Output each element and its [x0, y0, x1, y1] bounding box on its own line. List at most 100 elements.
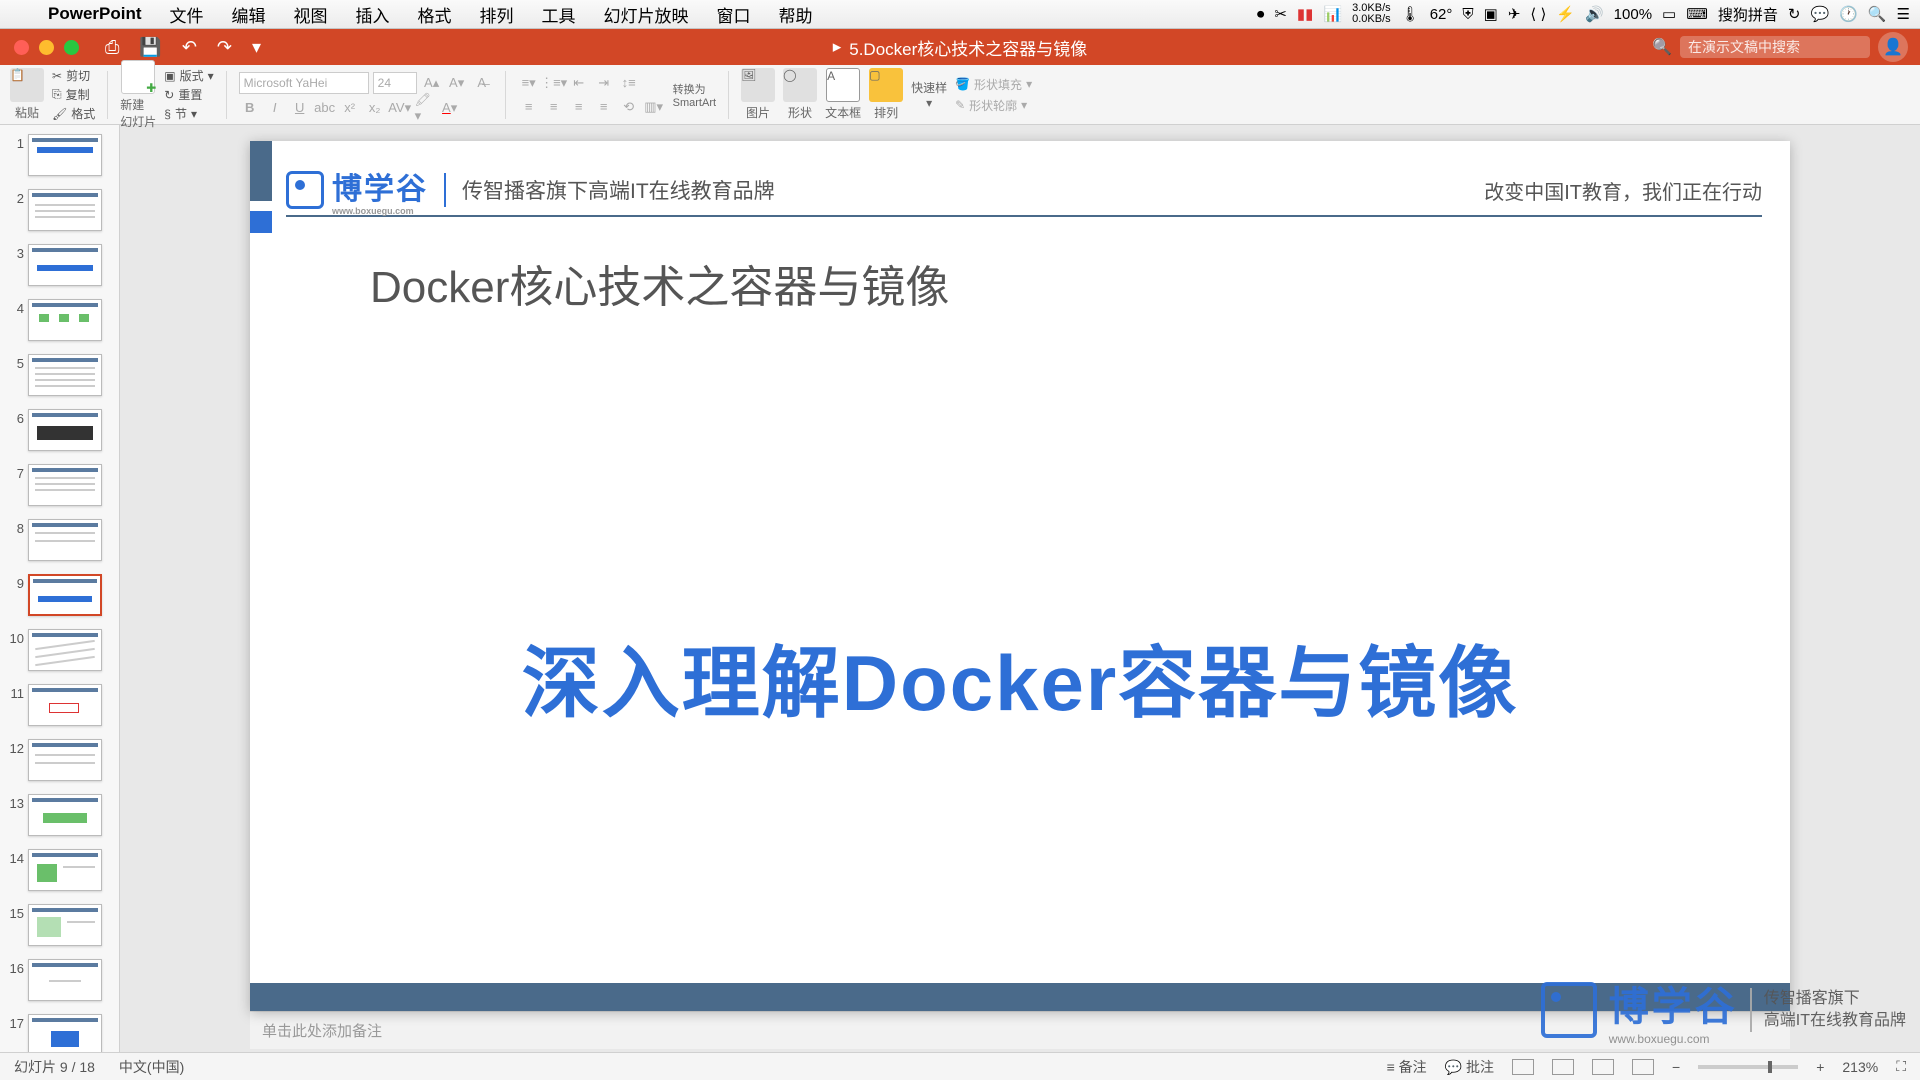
menu-insert[interactable]: 插入	[342, 2, 404, 27]
thumb-5[interactable]: 5	[0, 351, 119, 406]
pause-icon[interactable]: ▮▮	[1297, 5, 1314, 23]
align-center-button[interactable]: ≡	[543, 97, 565, 117]
hamburger-icon[interactable]: ☰	[1897, 5, 1910, 23]
thumb-16[interactable]: 16	[0, 956, 119, 1011]
thumb-9[interactable]: 9	[0, 571, 119, 626]
scissors-icon[interactable]: ✂	[1274, 5, 1287, 23]
undo-icon[interactable]: ↶	[182, 37, 197, 58]
menu-tools[interactable]: 工具	[528, 2, 590, 27]
battery-icon[interactable]: ▭	[1662, 5, 1676, 23]
shrink-font-button[interactable]: A▾	[446, 73, 468, 93]
layout-button[interactable]: ▣ 版式 ▾	[164, 67, 213, 84]
reset-button[interactable]: ↻ 重置	[164, 86, 213, 103]
current-slide[interactable]: 博学谷www.boxuegu.com 传智播客旗下高端IT在线教育品牌 改变中国…	[250, 141, 1790, 1011]
thumb-2[interactable]: 2	[0, 186, 119, 241]
smartart-button[interactable]: 转换为 SmartArt	[673, 81, 716, 109]
share-button[interactable]: 👤	[1878, 32, 1908, 62]
menu-format[interactable]: 格式	[404, 2, 466, 27]
volume-icon[interactable]: 🔊	[1585, 5, 1604, 23]
shield-icon[interactable]: ⛨	[1462, 6, 1473, 23]
new-slide-button[interactable]: ✚新建 幻灯片	[120, 60, 156, 130]
thumb-3[interactable]: 3	[0, 241, 119, 296]
columns-button[interactable]: ▥▾	[643, 97, 665, 117]
textbox-button[interactable]: A文本框	[825, 68, 861, 121]
close-button[interactable]	[14, 40, 29, 55]
thumb-17[interactable]: 17	[0, 1011, 119, 1052]
align-justify-button[interactable]: ≡	[593, 97, 615, 117]
comments-toggle[interactable]: 💬 批注	[1445, 1057, 1494, 1077]
temp-icon[interactable]: 🌡	[1401, 5, 1420, 23]
slide-counter[interactable]: 幻灯片 9 / 18	[14, 1057, 95, 1077]
ime-label[interactable]: 搜狗拼音	[1718, 4, 1778, 25]
menu-help[interactable]: 帮助	[765, 2, 827, 27]
menu-slideshow[interactable]: 幻灯片放映	[590, 2, 703, 27]
thumb-8[interactable]: 8	[0, 516, 119, 571]
section-button[interactable]: § 节 ▾	[164, 105, 213, 122]
arrange-button[interactable]: ▢排列	[869, 68, 903, 121]
zoom-in-button[interactable]: +	[1816, 1059, 1824, 1075]
thumb-1[interactable]: 1	[0, 131, 119, 186]
quickstyle-button[interactable]: 快速样▾	[911, 79, 947, 110]
line-spacing-button[interactable]: ↕≡	[618, 73, 640, 93]
menu-file[interactable]: 文件	[156, 2, 218, 27]
search-icon[interactable]: 🔍	[1652, 37, 1672, 57]
thumb-14[interactable]: 14	[0, 846, 119, 901]
grow-font-button[interactable]: A▴	[421, 73, 443, 93]
spotlight-icon[interactable]: 🔍	[1868, 5, 1887, 23]
rec-icon[interactable]: ⏺	[1257, 6, 1265, 23]
thumb-13[interactable]: 13	[0, 791, 119, 846]
italic-button[interactable]: I	[264, 98, 286, 118]
menu-arrange[interactable]: 排列	[466, 2, 528, 27]
align-left-button[interactable]: ≡	[518, 97, 540, 117]
plane-icon[interactable]: ✈	[1508, 5, 1521, 23]
save-icon[interactable]: 💾	[139, 37, 161, 58]
highlight-button[interactable]: 🖍▾	[414, 98, 436, 118]
paste-button[interactable]: 📋粘贴	[10, 68, 44, 121]
shape-outline-button[interactable]: ✎ 形状轮廓 ▾	[955, 97, 1032, 114]
superscript-button[interactable]: x²	[339, 98, 361, 118]
thumb-7[interactable]: 7	[0, 461, 119, 516]
indent-inc-button[interactable]: ⇥	[593, 73, 615, 93]
slide-title[interactable]: 深入理解Docker容器与镜像	[250, 621, 1790, 733]
sync-icon[interactable]: ↻	[1788, 5, 1801, 23]
reading-view-button[interactable]	[1592, 1059, 1614, 1075]
thumb-15[interactable]: 15	[0, 901, 119, 956]
indent-dec-button[interactable]: ⇤	[568, 73, 590, 93]
font-color-button[interactable]: A▾	[439, 98, 461, 118]
align-right-button[interactable]: ≡	[568, 97, 590, 117]
thumb-12[interactable]: 12	[0, 736, 119, 791]
font-size-input[interactable]	[373, 72, 417, 94]
shapes-button[interactable]: ◯形状	[783, 68, 817, 121]
slide-canvas[interactable]: 博学谷www.boxuegu.com 传智播客旗下高端IT在线教育品牌 改变中国…	[120, 125, 1920, 1052]
redo-icon[interactable]: ↷	[217, 37, 232, 58]
numbering-button[interactable]: ⋮≡▾	[543, 73, 565, 93]
search-input[interactable]	[1680, 36, 1870, 58]
menu-view[interactable]: 视图	[280, 2, 342, 27]
ime-icon[interactable]: ⌨	[1686, 5, 1708, 23]
fmt-painter-button[interactable]: 🖌 格式	[52, 105, 95, 122]
normal-view-button[interactable]	[1512, 1059, 1534, 1075]
app-name[interactable]: PowerPoint	[34, 4, 156, 24]
thumb-11[interactable]: 11	[0, 681, 119, 736]
menu-edit[interactable]: 编辑	[218, 2, 280, 27]
menu-window[interactable]: 窗口	[703, 2, 765, 27]
slide-subtitle[interactable]: Docker核心技术之容器与镜像	[370, 251, 949, 315]
autosave-icon[interactable]: ⎙	[105, 37, 119, 58]
slideshow-button[interactable]	[1632, 1059, 1654, 1075]
strike-button[interactable]: abc	[314, 98, 336, 118]
font-family-input[interactable]	[239, 72, 369, 94]
zoom-level[interactable]: 213%	[1842, 1059, 1878, 1075]
bold-button[interactable]: B	[239, 98, 261, 118]
copy-button[interactable]: ⎘ 复制	[52, 86, 95, 103]
notes-toggle[interactable]: ≡ 备注	[1387, 1057, 1427, 1077]
fit-button[interactable]: ⛶	[1896, 1058, 1906, 1075]
picture-button[interactable]: 🖼图片	[741, 68, 775, 121]
sorter-view-button[interactable]	[1552, 1059, 1574, 1075]
clear-fmt-button[interactable]: A̶	[471, 73, 493, 93]
slide-thumbnail-panel[interactable]: 1 2 3 4 5 6 7 8 9 10 11 12 13 14 15 16 1…	[0, 125, 120, 1052]
underline-button[interactable]: U	[289, 98, 311, 118]
thumb-4[interactable]: 4	[0, 296, 119, 351]
maximize-button[interactable]	[64, 40, 79, 55]
thumb-10[interactable]: 10	[0, 626, 119, 681]
clock-icon[interactable]: 🕐	[1839, 5, 1858, 23]
